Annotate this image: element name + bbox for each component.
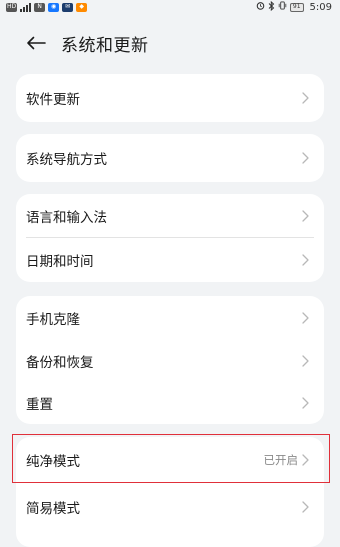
settings-item-date-time[interactable]: 日期和时间 [16, 238, 324, 282]
chevron-right-icon [302, 152, 310, 164]
app-notification-icon-2: ◆ [76, 2, 88, 12]
settings-item-label: 纯净模式 [26, 454, 80, 470]
chevron-right-icon [302, 454, 310, 466]
bluetooth-icon [268, 0, 275, 14]
settings-group-3: 语言和输入法 日期和时间 [16, 194, 324, 282]
settings-item-label: 重置 [26, 397, 53, 413]
chevron-right-icon [302, 92, 310, 104]
settings-item-reset[interactable]: 重置 [16, 382, 324, 424]
hd-icon: HD [6, 2, 18, 12]
battery-icon: 91 [289, 2, 304, 12]
alarm-icon [256, 1, 265, 13]
settings-item-simple-mode[interactable]: 简易模式 [16, 483, 324, 531]
settings-group-1: 软件更新 [16, 74, 324, 122]
settings-item-software-update[interactable]: 软件更新 [16, 74, 324, 122]
chevron-right-icon [302, 355, 310, 367]
page-title: 系统和更新 [61, 35, 149, 56]
nfc-icon: N [34, 2, 46, 12]
status-bar: HD N ◉ ✉ ◆ 91 5:09 [0, 0, 340, 14]
chevron-right-icon [302, 312, 310, 324]
settings-item-label: 系统导航方式 [26, 152, 107, 168]
header: 系统和更新 [0, 30, 340, 56]
settings-group-4: 手机克隆 备份和恢复 重置 [16, 296, 324, 424]
vibrate-icon [278, 1, 287, 13]
clock: 5:09 [309, 1, 332, 13]
status-left: HD N ◉ ✉ ◆ [6, 2, 88, 12]
chevron-right-icon [302, 501, 310, 513]
settings-item-system-navigation[interactable]: 系统导航方式 [16, 134, 324, 182]
app-notification-icon: ◉ [48, 2, 60, 12]
settings-group-2: 系统导航方式 [16, 134, 324, 182]
chevron-right-icon [302, 254, 310, 266]
message-notification-icon: ✉ [62, 2, 74, 12]
settings-item-label: 软件更新 [26, 92, 80, 108]
chevron-right-icon [302, 210, 310, 222]
settings-item-label: 备份和恢复 [26, 355, 94, 371]
settings-item-label: 日期和时间 [26, 254, 94, 270]
settings-item-label: 手机克隆 [26, 312, 80, 328]
settings-item-phone-clone[interactable]: 手机克隆 [16, 296, 324, 340]
settings-item-language-input[interactable]: 语言和输入法 [16, 194, 324, 238]
settings-item-label: 简易模式 [26, 501, 80, 517]
status-value: 已开启 [263, 453, 299, 467]
chevron-right-icon [302, 397, 310, 409]
settings-item-label: 语言和输入法 [26, 210, 107, 226]
settings-group-5: 纯净模式 已开启 简易模式 [16, 437, 324, 547]
settings-item-backup-restore[interactable]: 备份和恢复 [16, 340, 324, 382]
status-right: 91 5:09 [256, 0, 332, 14]
signal-icon [20, 2, 32, 12]
settings-item-pure-mode[interactable]: 纯净模式 已开启 [16, 437, 324, 483]
back-arrow-icon[interactable] [24, 31, 48, 55]
